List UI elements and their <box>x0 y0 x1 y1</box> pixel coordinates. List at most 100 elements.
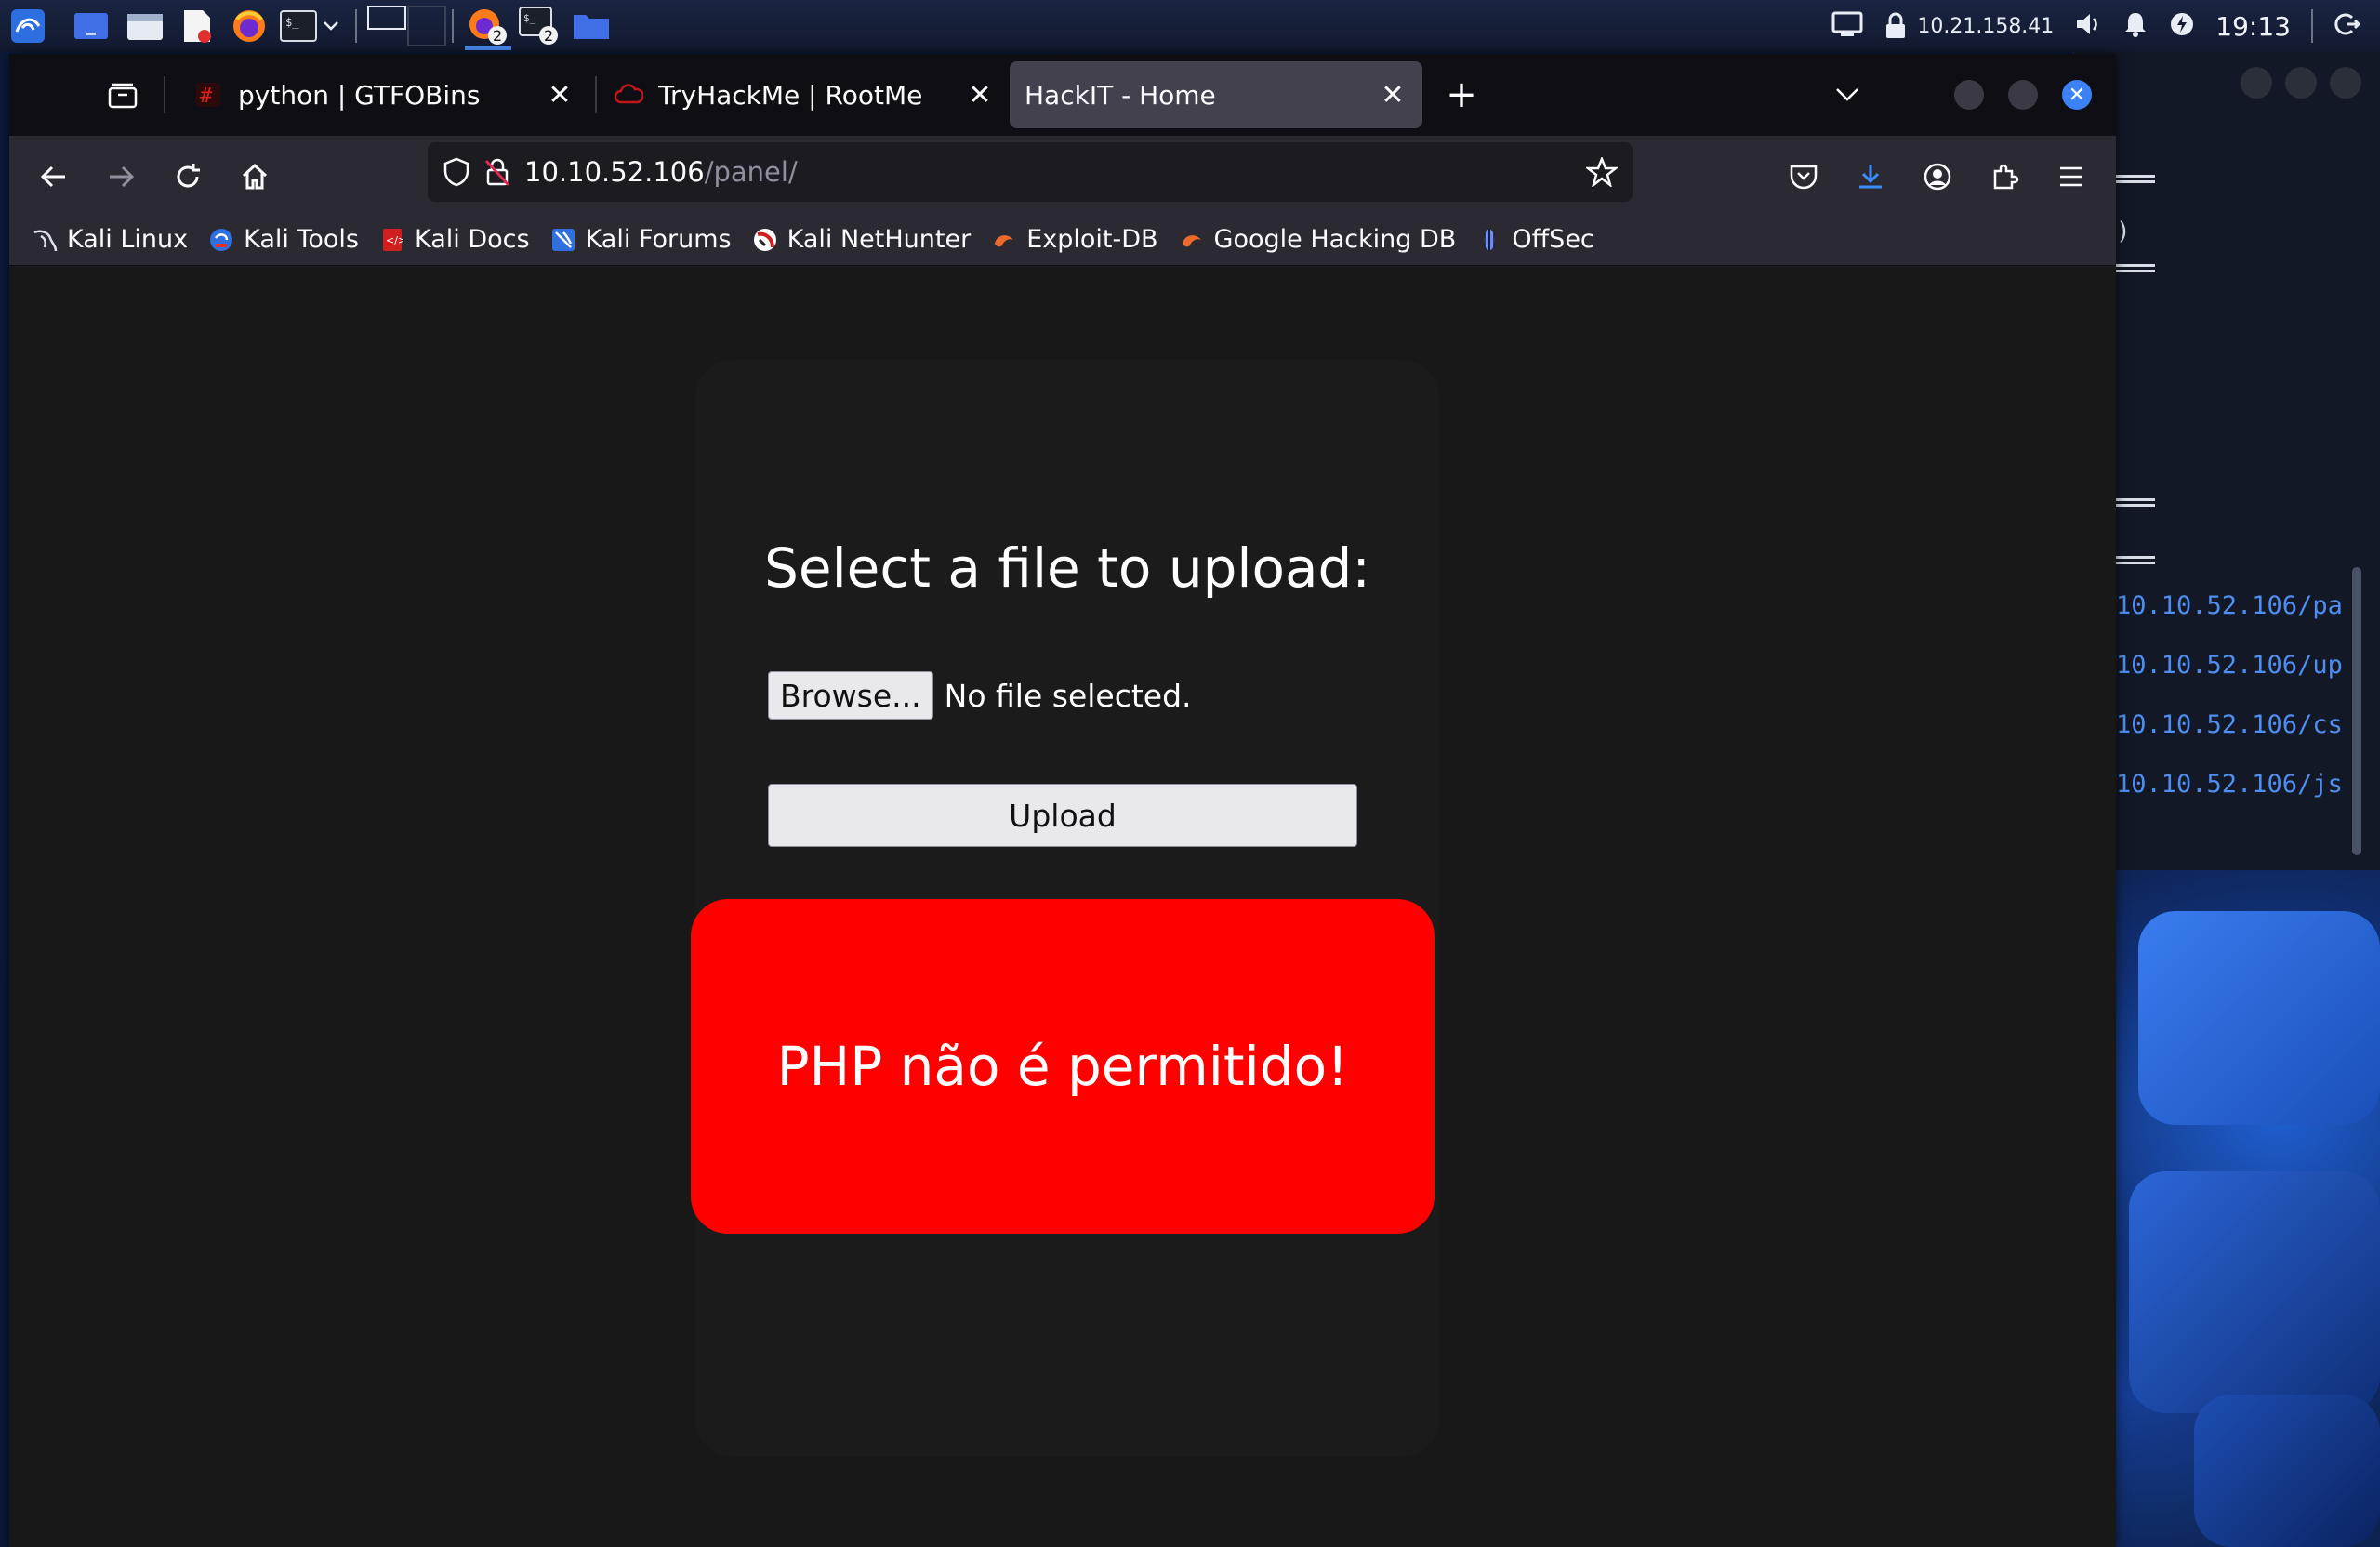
clock[interactable]: 19:13 <box>2215 11 2291 42</box>
pocket-icon <box>1790 165 1818 190</box>
reload-icon <box>177 164 200 188</box>
firefox-view-button[interactable] <box>102 74 143 115</box>
workspace-switcher[interactable] <box>364 6 450 46</box>
home-icon <box>242 163 268 190</box>
terminal-line: 10.10.52.106/up <box>2116 651 2343 680</box>
kali-dragon-icon <box>32 227 58 253</box>
wallpaper-keycap <box>2194 1395 2380 1547</box>
close-window-button[interactable]: ✕ <box>2062 80 2092 110</box>
close-tab-icon[interactable]: ✕ <box>541 76 578 113</box>
maximize-button[interactable] <box>2008 80 2038 110</box>
home-button[interactable] <box>232 154 277 199</box>
bookmark-kali-linux[interactable]: Kali Linux <box>32 225 188 254</box>
panel-separator <box>2311 9 2313 43</box>
bookmark-kali-tools[interactable]: Kali Tools <box>208 225 359 254</box>
url-path: /panel/ <box>704 156 798 188</box>
terminal-scrollbar[interactable] <box>2352 567 2361 855</box>
bookmark-exploit-db[interactable]: Exploit-DB <box>991 225 1158 254</box>
panel-separator <box>452 9 454 43</box>
kali-docs-icon: </> <box>379 227 405 253</box>
bookmark-label: Exploit-DB <box>1026 225 1158 254</box>
tracking-protection-icon[interactable] <box>443 157 470 187</box>
extensions-button[interactable] <box>1982 154 2027 199</box>
terminal-rule <box>2116 562 2155 564</box>
new-tab-button[interactable]: + <box>1441 73 1482 116</box>
app-menu-button[interactable] <box>2049 154 2094 199</box>
close-icon: ✕ <box>2068 83 2086 107</box>
pocket-button[interactable] <box>1781 154 1826 199</box>
reload-button[interactable] <box>165 154 210 199</box>
logout-icon[interactable] <box>2334 10 2361 42</box>
svg-text:#: # <box>200 85 213 107</box>
file-manager-icon[interactable] <box>125 6 165 46</box>
bookmark-label: Kali NetHunter <box>787 225 972 254</box>
taskbar-folder[interactable] <box>571 6 612 46</box>
bookmark-label: Google Hacking DB <box>1213 225 1457 254</box>
tab-tryhackme[interactable]: TryHackMe | RootMe ✕ <box>597 61 1010 128</box>
kali-menu-icon[interactable] <box>4 6 52 46</box>
terminal-rule <box>2116 175 2155 178</box>
tab-title: python | GTFOBins <box>238 79 481 111</box>
terminal-control-button[interactable] <box>2241 67 2272 99</box>
taskbar-terminal[interactable]: $_ 2 <box>517 6 563 46</box>
cloud-icon <box>614 80 643 110</box>
firefox-icon[interactable] <box>229 6 270 46</box>
terminal-control-button[interactable] <box>2330 67 2361 99</box>
insecure-lock-icon[interactable] <box>483 157 511 187</box>
power-manager-icon[interactable] <box>2169 11 2195 41</box>
vpn-ip: 10.21.158.41 <box>1917 14 2055 38</box>
list-all-tabs-button[interactable] <box>1827 74 1868 115</box>
download-icon <box>1859 165 1882 189</box>
url-text[interactable]: 10.10.52.106/panel/ <box>524 156 798 188</box>
exploit-db-icon <box>991 227 1017 253</box>
downloads-button[interactable] <box>1848 154 1893 199</box>
bookmark-kali-forums[interactable]: Kali Forums <box>550 225 732 254</box>
file-input[interactable]: Browse... No file selected. <box>768 671 1192 720</box>
tab-bar: # python | GTFOBins ✕ TryHackMe | RootMe… <box>9 54 2116 136</box>
tab-title: HackIT - Home <box>1025 79 1216 111</box>
bookmark-kali-nethunter[interactable]: Kali NetHunter <box>752 225 972 254</box>
browse-button[interactable]: Browse... <box>768 671 933 720</box>
kali-tools-icon <box>208 227 234 253</box>
file-status-text: No file selected. <box>944 677 1192 714</box>
url-bar[interactable]: 10.10.52.106/panel/ <box>428 142 1633 202</box>
vpn-status[interactable]: 10.21.158.41 <box>1884 12 2054 40</box>
bookmark-label: Kali Linux <box>67 225 189 254</box>
bookmark-kali-docs[interactable]: </> Kali Docs <box>379 225 530 254</box>
notification-bell-icon[interactable] <box>2122 10 2149 42</box>
terminal-launcher-icon[interactable]: $_ <box>277 6 342 46</box>
svg-text:2: 2 <box>544 27 553 45</box>
bookmark-google-hacking-db[interactable]: Google Hacking DB <box>1179 225 1457 254</box>
close-tab-icon[interactable]: ✕ <box>961 76 998 113</box>
tab-hackit-home[interactable]: HackIT - Home ✕ <box>1010 61 1422 128</box>
terminal-rule <box>2116 180 2155 183</box>
volume-icon[interactable] <box>2074 10 2102 42</box>
terminal-paren: ) <box>2116 218 2131 245</box>
forward-button[interactable] <box>99 154 143 199</box>
ghdb-icon <box>1179 227 1205 253</box>
terminal-control-button[interactable] <box>2285 67 2317 99</box>
display-icon[interactable] <box>1831 10 1863 42</box>
url-host: 10.10.52.106 <box>524 156 705 188</box>
text-editor-icon[interactable] <box>178 6 216 46</box>
upload-button[interactable]: Upload <box>768 784 1357 847</box>
bookmark-star-icon[interactable] <box>1586 157 1618 187</box>
wallpaper-keycap <box>2138 911 2380 1125</box>
system-tray: 10.21.158.41 19:13 <box>1831 0 2380 52</box>
lock-icon <box>1886 12 1906 38</box>
workspace-icon[interactable] <box>71 6 112 46</box>
firefox-badge: 2 <box>493 27 502 45</box>
back-button[interactable] <box>32 154 76 199</box>
close-tab-icon[interactable]: ✕ <box>1374 76 1411 113</box>
minimize-button[interactable] <box>1954 80 1984 110</box>
tab-gtfobins[interactable]: # python | GTFOBins ✕ <box>177 61 589 128</box>
hamburger-menu-icon <box>2060 166 2082 187</box>
taskbar-firefox[interactable]: 2 <box>463 6 513 46</box>
bookmark-offsec[interactable]: OffSec <box>1476 225 1594 254</box>
terminal-output: 10.10.52.106/pa 10.10.52.106/up 10.10.52… <box>2116 576 2343 814</box>
account-button[interactable] <box>1915 154 1960 199</box>
bookmark-label: Kali Docs <box>414 225 530 254</box>
wallpaper-keycap <box>2129 1171 2380 1413</box>
nethunter-icon <box>752 227 778 253</box>
terminal-rule <box>2116 498 2155 501</box>
